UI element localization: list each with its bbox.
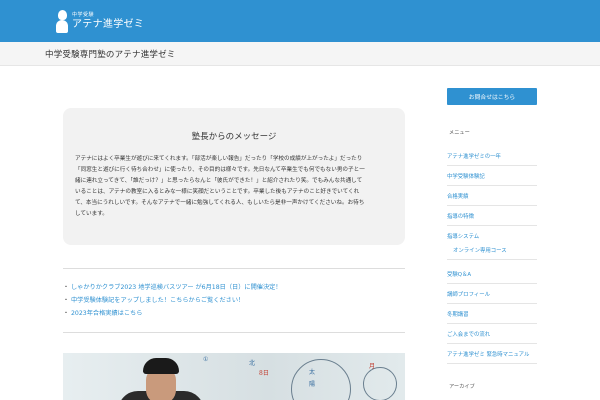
news-item[interactable]: ・ 中学受験体験記をアップしました！こちらからご覧ください！ (63, 293, 405, 306)
sidebar-item-winter[interactable]: 冬期講習 (447, 310, 537, 318)
principal-message-card: 塾長からのメッセージ アテナにはよく卒業生が遊びに来てくれます。「部活が楽しい報… (63, 108, 405, 245)
message-line: 緒に連れ立ってきて、「誰だっけ？」と思ったらなんと「彼氏ができた！」と紹介された… (75, 178, 363, 184)
page-title: 中学受験専門塾のアテナ進学ゼミ (45, 50, 176, 60)
sidebar-item-enroll[interactable]: ご入会までの流れ (447, 330, 537, 338)
sidebar-item-experience[interactable]: 中学受験体験記 (447, 172, 537, 180)
archive-heading: アーカイブ (449, 384, 475, 390)
message-line: いることは、アテナの教室に入るとみな一様に笑顔だということです。卒業した後もアテ… (75, 189, 360, 195)
news-link[interactable]: しゃかりかクラブ2023 地学巡検バスツアー が6月18日（日）に開催決定！ (71, 282, 282, 291)
athena-logo-icon (55, 8, 69, 34)
teacher-photo: ① 北 8日 太 陽 月 (63, 353, 405, 400)
menu-divider (447, 283, 537, 284)
menu-divider (447, 165, 537, 166)
menu-divider (447, 259, 537, 260)
message-line: アテナにはよく卒業生が遊びに来てくれます。「部活が楽しい報告」だったり「学校の成… (75, 156, 363, 162)
chalk-mark: 太 (309, 369, 316, 376)
menu-divider (447, 343, 537, 344)
logo-text: 中学受験 アテナ進学ゼミ (72, 11, 145, 30)
sidebar-item-emergency[interactable]: アテナ進学ゼミ 緊急時マニュアル (447, 350, 537, 358)
menu-divider (447, 303, 537, 304)
chalk-mark: 8日 (259, 370, 269, 377)
logo-small-text: 中学受験 (72, 11, 95, 18)
sidebar-item-system[interactable]: 指導システム (447, 232, 537, 240)
menu-divider (447, 323, 537, 324)
news-link[interactable]: 中学受験体験記をアップしました！こちらからご覧ください！ (71, 295, 244, 304)
logo-main-text: アテナ進学ゼミ (72, 18, 145, 30)
bullet-icon: ・ (63, 297, 70, 304)
chalk-mark: 北 (249, 360, 256, 367)
chalk-mark: 陽 (309, 381, 316, 388)
teacher-hair (143, 358, 179, 374)
chalk-mark: 月 (369, 363, 376, 370)
page-title-bar: 中学受験専門塾のアテナ進学ゼミ (0, 42, 600, 66)
news-list: ・ しゃかりかクラブ2023 地学巡検バスツアー が6月18日（日）に開催決定！… (63, 280, 405, 319)
sidebar-item-online[interactable]: オンライン専用コース (453, 246, 543, 254)
orbit-drawing (363, 367, 397, 400)
menu-divider (447, 363, 537, 364)
news-top-divider (63, 268, 405, 269)
sidebar-item-features[interactable]: 指導の特徴 (447, 212, 537, 220)
news-item[interactable]: ・ しゃかりかクラブ2023 地学巡検バスツアー が6月18日（日）に開催決定！ (63, 280, 405, 293)
menu-divider (447, 205, 537, 206)
news-link[interactable]: 2023年合格実績はこちら (71, 308, 142, 317)
bullet-icon: ・ (63, 284, 70, 291)
blackboard-background (63, 353, 405, 400)
message-body: アテナにはよく卒業生が遊びに来てくれます。「部活が楽しい報告」だったり「学校の成… (75, 154, 395, 220)
news-bottom-divider (63, 332, 405, 333)
news-item[interactable]: ・ 2023年合格実績はこちら (63, 306, 405, 319)
message-title: 塾長からのメッセージ (191, 132, 277, 142)
sidebar-item-qa[interactable]: 受験Q＆A (447, 270, 537, 278)
chalk-mark: ① (203, 356, 209, 363)
menu-heading: メニュー (449, 130, 470, 136)
menu-divider (447, 185, 537, 186)
sidebar-item-profile[interactable]: 講師プロフィール (447, 290, 537, 298)
site-header: 中学受験 アテナ進学ゼミ (0, 0, 600, 42)
contact-button[interactable]: お問合せはこちら (447, 88, 537, 105)
bullet-icon: ・ (63, 310, 70, 317)
menu-divider (447, 225, 537, 226)
sidebar-item-annual[interactable]: アテナ進学ゼミの一年 (447, 152, 537, 160)
sidebar-item-results[interactable]: 合格実績 (447, 192, 537, 200)
site-logo[interactable]: 中学受験 アテナ進学ゼミ (55, 6, 144, 36)
message-line: て、本当にうれしいです。そんなアテナで一緒に勉強してくれる人、もしいたら是非一声… (75, 200, 365, 206)
message-line: しています。 (75, 211, 108, 217)
message-line: 「同窓生と遊びに行く待ち合わせ」に使ったり、その目的は様々です。先日なんて卒業生… (75, 167, 365, 173)
